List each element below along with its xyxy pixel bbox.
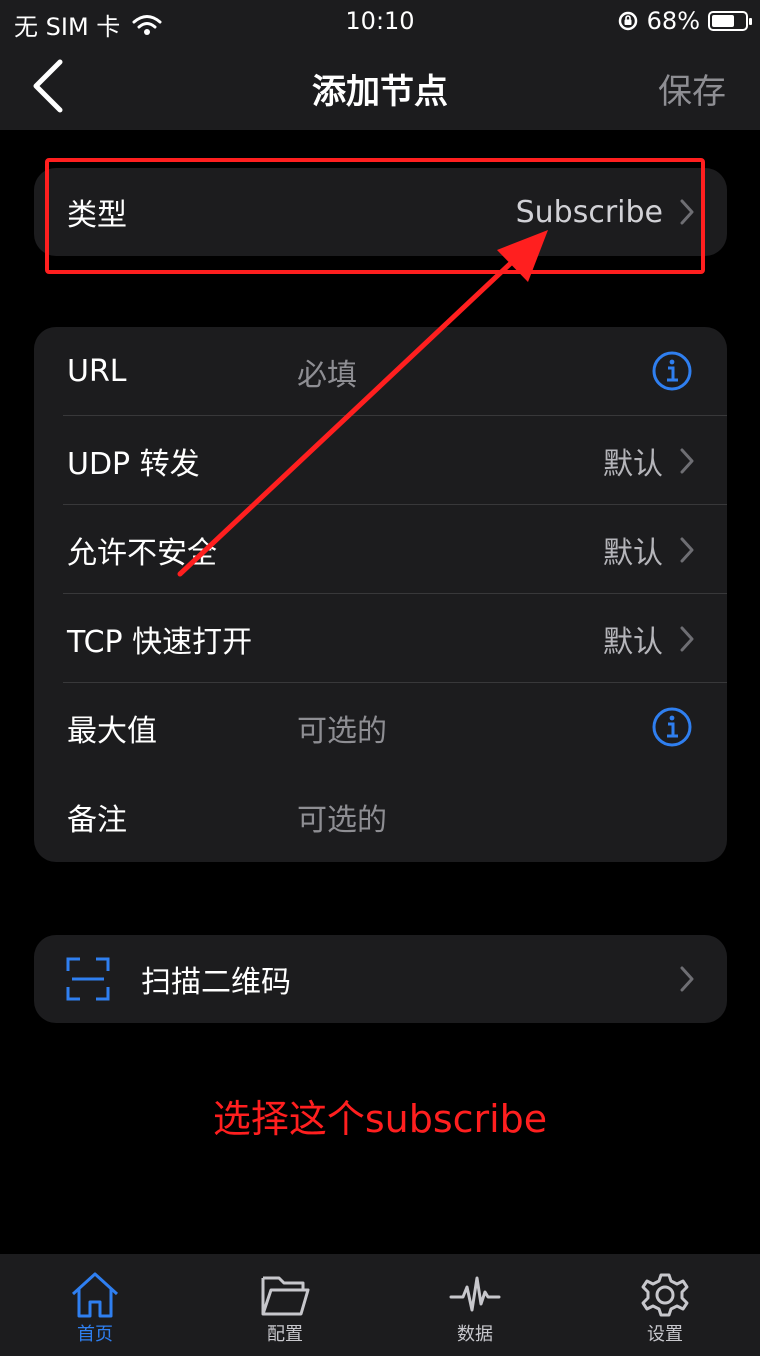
scan-qr-row[interactable]: 扫描二维码 [34,935,727,1023]
tab-data[interactable]: 数据 [380,1254,570,1356]
tab-home[interactable]: 首页 [0,1254,190,1356]
info-icon[interactable] [651,706,693,748]
url-label: URL [67,354,127,389]
tab-config[interactable]: 配置 [190,1254,380,1356]
battery-icon [708,11,752,31]
tab-config-label: 配置 [267,1324,303,1345]
tcp-fast-open-row[interactable]: TCP 快速打开 默认 [34,594,727,683]
annotation-text: 选择这个subscribe [212,1097,548,1141]
chevron-right-icon [680,448,694,474]
battery-fill [712,15,734,27]
save-button[interactable]: 保存 [658,64,726,113]
udp-forward-row[interactable]: UDP 转发 默认 [34,416,727,505]
chevron-right-icon [680,537,694,563]
activity-icon [449,1276,501,1312]
chevron-right-icon [680,626,694,652]
allow-insecure-value: 默认 [603,535,663,571]
folder-icon [261,1276,310,1316]
remark-label: 备注 [67,802,127,838]
orientation-lock-icon [618,11,637,31]
url-input[interactable]: 必填 [297,350,357,394]
tab-settings-label: 设置 [647,1324,683,1345]
max-value-input[interactable]: 可选的 [297,706,387,750]
remark-input[interactable]: 可选的 [297,795,387,839]
max-value-row[interactable]: 最大值 可选的 [34,683,727,772]
allow-insecure-row[interactable]: 允许不安全 默认 [34,505,727,594]
page-title: 添加节点 [312,72,448,112]
tcp-fast-open-value: 默认 [603,624,663,660]
tcp-fast-open-label: TCP 快速打开 [67,624,253,660]
max-value-label: 最大值 [67,713,157,749]
tab-bar: 首页 配置 数据 设置 [0,1254,760,1356]
udp-forward-value: 默认 [603,446,663,482]
remark-row[interactable]: 备注 可选的 [34,772,727,861]
annotation-highlight-box [45,158,705,274]
udp-forward-label: UDP 转发 [67,446,200,482]
status-right: 68% [617,7,752,35]
battery-percent: 68% [646,7,700,35]
chevron-right-icon [680,966,694,992]
allow-insecure-label: 允许不安全 [67,535,217,571]
gear-icon [641,1273,689,1317]
scan-qr-label: 扫描二维码 [141,965,291,1000]
settings-group: URL 必填 UDP 转发 默认 允许不安全 默认 TCP 快速打开 默认 最大… [34,327,727,862]
scan-group: 扫描二维码 [34,935,727,1023]
tab-data-label: 数据 [457,1324,493,1345]
qr-scan-icon [66,957,110,1001]
info-icon[interactable] [651,350,693,392]
tab-home-label: 首页 [77,1324,113,1345]
status-bar: 无 SIM 卡 10:10 68% [0,0,760,44]
url-row[interactable]: URL 必填 [34,327,727,416]
home-icon [71,1272,119,1318]
screen: 无 SIM 卡 10:10 68% 添加节点 保存 类型 Subscribe U… [0,0,760,1356]
tab-settings[interactable]: 设置 [570,1254,760,1356]
nav-bar: 添加节点 保存 [0,44,760,130]
